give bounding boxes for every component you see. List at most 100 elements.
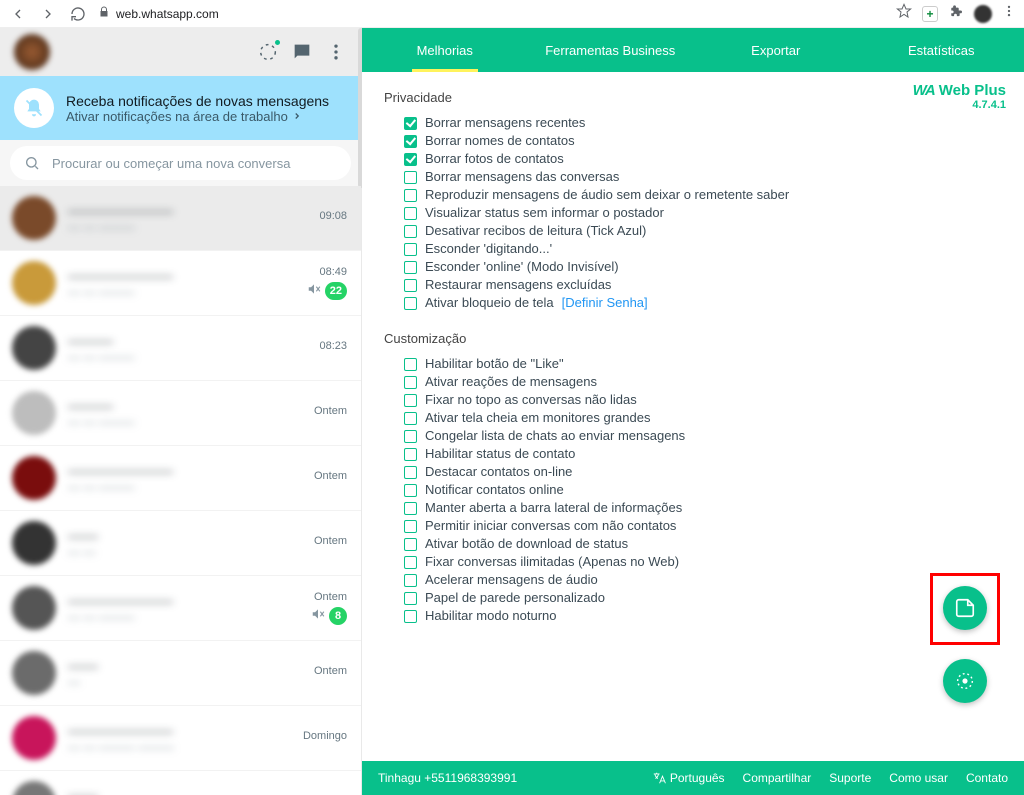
chat-item[interactable]: ——————— — — ——— Ontem 8 bbox=[0, 576, 361, 641]
extension-plus-icon[interactable]: + bbox=[922, 6, 938, 22]
option-row[interactable]: Reproduzir mensagens de áudio sem deixar… bbox=[404, 187, 1002, 203]
checkbox[interactable] bbox=[404, 358, 417, 371]
option-row[interactable]: Ativar botão de download de status bbox=[404, 536, 1002, 552]
chat-name: ——— bbox=[68, 398, 302, 415]
checkbox[interactable] bbox=[404, 430, 417, 443]
forward-icon[interactable] bbox=[38, 6, 58, 22]
footer-language[interactable]: Português bbox=[652, 771, 725, 785]
option-row[interactable]: Manter aberta a barra lateral de informa… bbox=[404, 500, 1002, 516]
chat-item[interactable]: ——————— — — ——— 09:08 bbox=[0, 186, 361, 251]
chat-time: Ontem bbox=[314, 535, 347, 547]
option-row[interactable]: Borrar fotos de contatos bbox=[404, 151, 1002, 167]
checkbox[interactable] bbox=[404, 502, 417, 515]
option-row[interactable]: Esconder 'online' (Modo Invisível) bbox=[404, 259, 1002, 275]
checkbox[interactable] bbox=[404, 207, 417, 220]
section-privacy-title: Privacidade bbox=[384, 90, 1002, 105]
tab-exportar[interactable]: Exportar bbox=[693, 28, 859, 72]
notif-subtitle[interactable]: Ativar notificações na área de trabalho bbox=[66, 109, 329, 124]
checkbox[interactable] bbox=[404, 610, 417, 623]
chat-item[interactable]: —— — Ontem bbox=[0, 641, 361, 706]
profile-avatar-icon[interactable] bbox=[974, 5, 992, 23]
option-row[interactable]: Borrar mensagens recentes bbox=[404, 115, 1002, 131]
chat-name: —— bbox=[68, 788, 297, 795]
option-row[interactable]: Restaurar mensagens excluídas bbox=[404, 277, 1002, 293]
option-row[interactable]: Papel de parede personalizado bbox=[404, 590, 1002, 606]
option-link[interactable]: [Definir Senha] bbox=[562, 295, 648, 311]
checkbox[interactable] bbox=[404, 171, 417, 184]
checkbox[interactable] bbox=[404, 484, 417, 497]
option-row[interactable]: Notificar contatos online bbox=[404, 482, 1002, 498]
notification-banner[interactable]: Receba notificações de novas mensagens A… bbox=[0, 76, 361, 140]
checkbox[interactable] bbox=[404, 135, 417, 148]
chat-item[interactable]: —— — — Sábado bbox=[0, 771, 361, 795]
checkbox[interactable] bbox=[404, 243, 417, 256]
checkbox[interactable] bbox=[404, 376, 417, 389]
option-row[interactable]: Habilitar modo noturno bbox=[404, 608, 1002, 624]
footer-link-share[interactable]: Compartilhar bbox=[743, 771, 812, 785]
sticker-fab[interactable] bbox=[943, 586, 987, 630]
checkbox[interactable] bbox=[404, 520, 417, 533]
chrome-menu-icon[interactable] bbox=[1002, 4, 1016, 23]
checkbox[interactable] bbox=[404, 592, 417, 605]
checkbox[interactable] bbox=[404, 261, 417, 274]
option-row[interactable]: Ativar reações de mensagens bbox=[404, 374, 1002, 390]
option-row[interactable]: Ativar tela cheia em monitores grandes bbox=[404, 410, 1002, 426]
checkbox[interactable] bbox=[404, 153, 417, 166]
refresh-icon[interactable] bbox=[68, 6, 88, 22]
tab-melhorias[interactable]: Melhorias bbox=[362, 28, 528, 72]
chat-item[interactable]: —— — — Ontem bbox=[0, 511, 361, 576]
option-row[interactable]: Borrar nomes de contatos bbox=[404, 133, 1002, 149]
back-icon[interactable] bbox=[8, 6, 28, 22]
checkbox[interactable] bbox=[404, 412, 417, 425]
option-row[interactable]: Permitir iniciar conversas com não conta… bbox=[404, 518, 1002, 534]
checkbox[interactable] bbox=[404, 189, 417, 202]
new-chat-icon[interactable] bbox=[291, 41, 313, 63]
option-row[interactable]: Habilitar status de contato bbox=[404, 446, 1002, 462]
status-icon[interactable] bbox=[257, 41, 279, 63]
option-row[interactable]: Fixar no topo as conversas não lidas bbox=[404, 392, 1002, 408]
chat-item[interactable]: ——————— — — ——— Ontem bbox=[0, 446, 361, 511]
chat-item[interactable]: ——————— — — ——— 08:49 22 bbox=[0, 251, 361, 316]
option-row[interactable]: Acelerar mensagens de áudio bbox=[404, 572, 1002, 588]
option-row[interactable]: Fixar conversas ilimitadas (Apenas no We… bbox=[404, 554, 1002, 570]
settings-fab[interactable] bbox=[943, 659, 987, 703]
chat-item[interactable]: ——— — — ——— 08:23 bbox=[0, 316, 361, 381]
option-label: Habilitar botão de "Like" bbox=[425, 356, 564, 372]
tab-estatísticas[interactable]: Estatísticas bbox=[859, 28, 1024, 72]
option-row[interactable]: Destacar contatos on-line bbox=[404, 464, 1002, 480]
option-row[interactable]: Congelar lista de chats ao enviar mensag… bbox=[404, 428, 1002, 444]
checkbox[interactable] bbox=[404, 466, 417, 479]
checkbox[interactable] bbox=[404, 556, 417, 569]
star-icon[interactable] bbox=[896, 3, 912, 24]
tab-ferramentas-business[interactable]: Ferramentas Business bbox=[528, 28, 694, 72]
menu-icon[interactable] bbox=[325, 41, 347, 63]
checkbox[interactable] bbox=[404, 297, 417, 310]
footer-link-support[interactable]: Suporte bbox=[829, 771, 871, 785]
checkbox[interactable] bbox=[404, 117, 417, 130]
option-row[interactable]: Ativar bloqueio de tela [Definir Senha] bbox=[404, 295, 1002, 311]
chat-avatar bbox=[12, 261, 56, 305]
checkbox[interactable] bbox=[404, 225, 417, 238]
option-row[interactable]: Visualizar status sem informar o postado… bbox=[404, 205, 1002, 221]
option-row[interactable]: Borrar mensagens das conversas bbox=[404, 169, 1002, 185]
checkbox[interactable] bbox=[404, 538, 417, 551]
checkbox[interactable] bbox=[404, 574, 417, 587]
footer-link-contact[interactable]: Contato bbox=[966, 771, 1008, 785]
address-bar[interactable]: web.whatsapp.com bbox=[98, 6, 886, 21]
chat-item[interactable]: ——— — — ——— Ontem bbox=[0, 381, 361, 446]
search-placeholder: Procurar ou começar uma nova conversa bbox=[52, 156, 290, 171]
option-label: Congelar lista de chats ao enviar mensag… bbox=[425, 428, 685, 444]
option-row[interactable]: Habilitar botão de "Like" bbox=[404, 356, 1002, 372]
checkbox[interactable] bbox=[404, 448, 417, 461]
my-avatar[interactable] bbox=[14, 34, 50, 70]
option-row[interactable]: Desativar recibos de leitura (Tick Azul) bbox=[404, 223, 1002, 239]
option-row[interactable]: Esconder 'digitando...' bbox=[404, 241, 1002, 257]
footer-link-howto[interactable]: Como usar bbox=[889, 771, 948, 785]
footer: Tinhagu +5511968393991 Português Compart… bbox=[362, 761, 1024, 795]
checkbox[interactable] bbox=[404, 279, 417, 292]
chat-item[interactable]: ——————— — — ——— ——— Domingo bbox=[0, 706, 361, 771]
chat-list[interactable]: ——————— — — ——— 09:08 ——————— — — ——— 08… bbox=[0, 186, 361, 795]
checkbox[interactable] bbox=[404, 394, 417, 407]
search-input[interactable]: Procurar ou começar uma nova conversa bbox=[10, 146, 351, 180]
extensions-icon[interactable] bbox=[948, 3, 964, 24]
